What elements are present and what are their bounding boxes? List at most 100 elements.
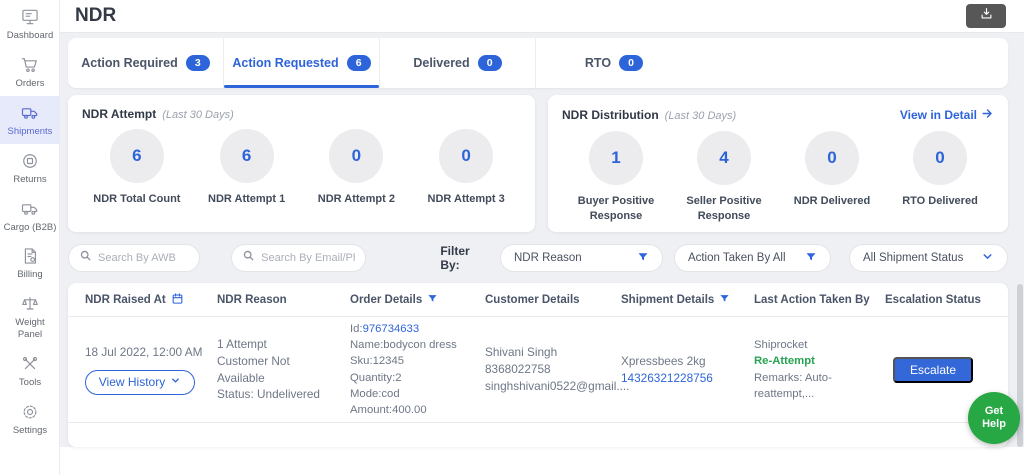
stat-ndr-attempt-2: 0 NDR Attempt 2: [302, 129, 412, 207]
export-button[interactable]: [966, 4, 1006, 28]
order-quantity: Quantity:2: [350, 371, 402, 384]
stat-ndr-total-count: 6 NDR Total Count: [82, 129, 192, 207]
stat-value: 0: [439, 129, 494, 183]
search-icon: [79, 249, 92, 267]
table-header-row: NDR Raised At NDR Reason Order Details C…: [68, 283, 1008, 317]
action-taken-filter[interactable]: Action Taken By All: [673, 244, 831, 272]
sidebar-item-label: Settings: [12, 424, 48, 436]
ndr-status-text: Status: Undelivered: [217, 387, 320, 402]
tab-action-requested[interactable]: Action Requested 6: [224, 38, 380, 88]
order-sku: Sku:12345: [350, 355, 405, 368]
stat-label: NDR Attempt 1: [208, 193, 286, 205]
weight-panel-icon: [20, 294, 40, 314]
sidebar-item-cargo[interactable]: Cargo (B2B): [0, 192, 60, 240]
shipments-icon: [20, 103, 40, 123]
sidebar-item-label: Tools: [18, 377, 42, 388]
card-title: NDR Distribution: [562, 108, 659, 122]
tab-label: Action Requested: [232, 56, 339, 70]
stat-value: 1: [589, 131, 643, 185]
tab-rto[interactable]: RTO 0: [536, 38, 692, 88]
view-in-detail-link[interactable]: View in Detail: [900, 107, 994, 123]
download-icon: [979, 6, 994, 26]
stat-value: 0: [913, 131, 967, 185]
cell-last-action-taken-by: Shiprocket Re-Attempt Remarks: Auto-reat…: [754, 317, 885, 422]
stat-label: RTO Delivered: [902, 195, 978, 207]
tab-label: RTO: [584, 56, 612, 70]
cell-shipment-details: Xpressbees 2kg 14326321228756: [621, 317, 754, 422]
arrow-right-icon: [981, 107, 994, 123]
sidebar-item-label: Weight Panel: [15, 317, 45, 341]
stat-label: Seller Positive Response: [686, 195, 762, 222]
ndr-tabs: Action Required 3 Action Requested 6 Del…: [68, 38, 1008, 88]
tab-count-badge: 3: [185, 55, 210, 71]
sidebar-item-settings[interactable]: Settings: [0, 395, 60, 443]
sidebar-item-label: Cargo (B2B): [3, 221, 57, 233]
table-row: 18 Jul 2022, 12:00 AM View History 1 Att…: [68, 317, 1008, 423]
sidebar-item-tools[interactable]: Tools: [0, 347, 60, 395]
customer-phone: 8368022758: [485, 362, 551, 377]
cell-order-details: Id:976734633 Name:bodycon dress Sku:1234…: [350, 317, 485, 422]
stat-label: NDR Total Count: [93, 193, 181, 205]
courier-name: Xpressbees 2kg: [621, 353, 706, 368]
top-bar: NDR: [60, 0, 1024, 33]
stat-value: 6: [109, 129, 164, 183]
shipment-status-filter[interactable]: All Shipment Status: [848, 244, 1008, 272]
column-order-details: Order Details: [350, 293, 485, 307]
stat-rto-delivered: 0 RTO Delivered: [886, 131, 994, 224]
search-contact-input[interactable]: [261, 252, 356, 264]
search-awb-input[interactable]: [98, 252, 190, 264]
sidebar-item-weight-panel[interactable]: Weight Panel: [0, 287, 60, 347]
search-contact-field[interactable]: [231, 244, 367, 272]
funnel-icon: [805, 251, 817, 266]
cell-ndr-raised-at: 18 Jul 2022, 12:00 AM View History: [85, 317, 217, 422]
funnel-icon[interactable]: [427, 293, 438, 307]
stat-value: 6: [219, 129, 274, 183]
tools-icon: [20, 354, 40, 374]
column-escalation-status: Escalation Status: [885, 293, 981, 306]
ndr-table: NDR Raised At NDR Reason Order Details C…: [68, 283, 1008, 447]
order-id-link[interactable]: 976734633: [363, 323, 420, 335]
escalate-button[interactable]: Escalate: [893, 356, 973, 383]
settings-icon: [20, 402, 40, 422]
chevron-down-icon: [170, 375, 181, 389]
customer-name: Shivani Singh: [485, 345, 558, 360]
tab-action-required[interactable]: Action Required 3: [68, 38, 224, 88]
column-shipment-details: Shipment Details: [621, 293, 754, 307]
tab-count-badge: 6: [346, 55, 371, 71]
filter-bar: Filter By: NDR Reason Action Taken By Al…: [68, 243, 1008, 273]
filter-by-label: Filter By:: [440, 244, 470, 272]
order-name: Name:bodycon dress: [350, 339, 457, 352]
view-history-button[interactable]: View History: [85, 369, 195, 395]
sidebar-item-billing[interactable]: Billing: [0, 239, 60, 287]
sidebar-item-shipments[interactable]: Shipments: [0, 95, 60, 144]
tab-label: Delivered: [413, 56, 470, 70]
awb-link[interactable]: 14326321228756: [621, 370, 744, 387]
ndr-reason-filter[interactable]: NDR Reason: [499, 244, 663, 272]
action-remarks: Remarks: Auto-reattempt,...: [754, 371, 832, 400]
sidebar-item-returns[interactable]: Returns: [0, 144, 60, 192]
tab-count-badge: 0: [477, 55, 502, 71]
ndr-distribution-card: NDR Distribution (Last 30 Days) View in …: [548, 95, 1008, 232]
sidebar-item-label: Shipments: [7, 125, 53, 137]
funnel-icon[interactable]: [719, 293, 730, 307]
stat-ndr-attempt-3: 0 NDR Attempt 3: [411, 129, 521, 207]
sidebar-item-dashboard[interactable]: Dashboard: [0, 0, 60, 48]
stat-label: Buyer Positive Response: [577, 195, 655, 222]
tab-delivered[interactable]: Delivered 0: [380, 38, 536, 88]
funnel-icon: [637, 251, 649, 266]
get-help-button[interactable]: Get Help: [968, 392, 1020, 444]
calendar-icon[interactable]: [171, 292, 184, 308]
cell-customer-details: Shivani Singh 8368022758 singhshivani052…: [485, 317, 630, 422]
sidebar-item-orders[interactable]: Orders: [0, 48, 60, 96]
stat-buyer-positive-response: 1 Buyer Positive Response: [562, 131, 670, 224]
search-awb-field[interactable]: [68, 244, 201, 272]
attempt-count: 1 Attempt: [217, 337, 267, 351]
customer-email: singhshivani0522@gmail....: [485, 378, 630, 393]
tab-count-badge: 0: [619, 55, 644, 71]
orders-icon: [20, 55, 40, 75]
action-type: Re-Attempt: [754, 355, 815, 368]
order-id-line: Id:976734633: [350, 323, 420, 336]
action-by: Shiprocket: [754, 339, 808, 352]
stat-seller-positive-response: 4 Seller Positive Response: [670, 131, 778, 224]
stat-ndr-attempt-1: 6 NDR Attempt 1: [192, 129, 302, 207]
